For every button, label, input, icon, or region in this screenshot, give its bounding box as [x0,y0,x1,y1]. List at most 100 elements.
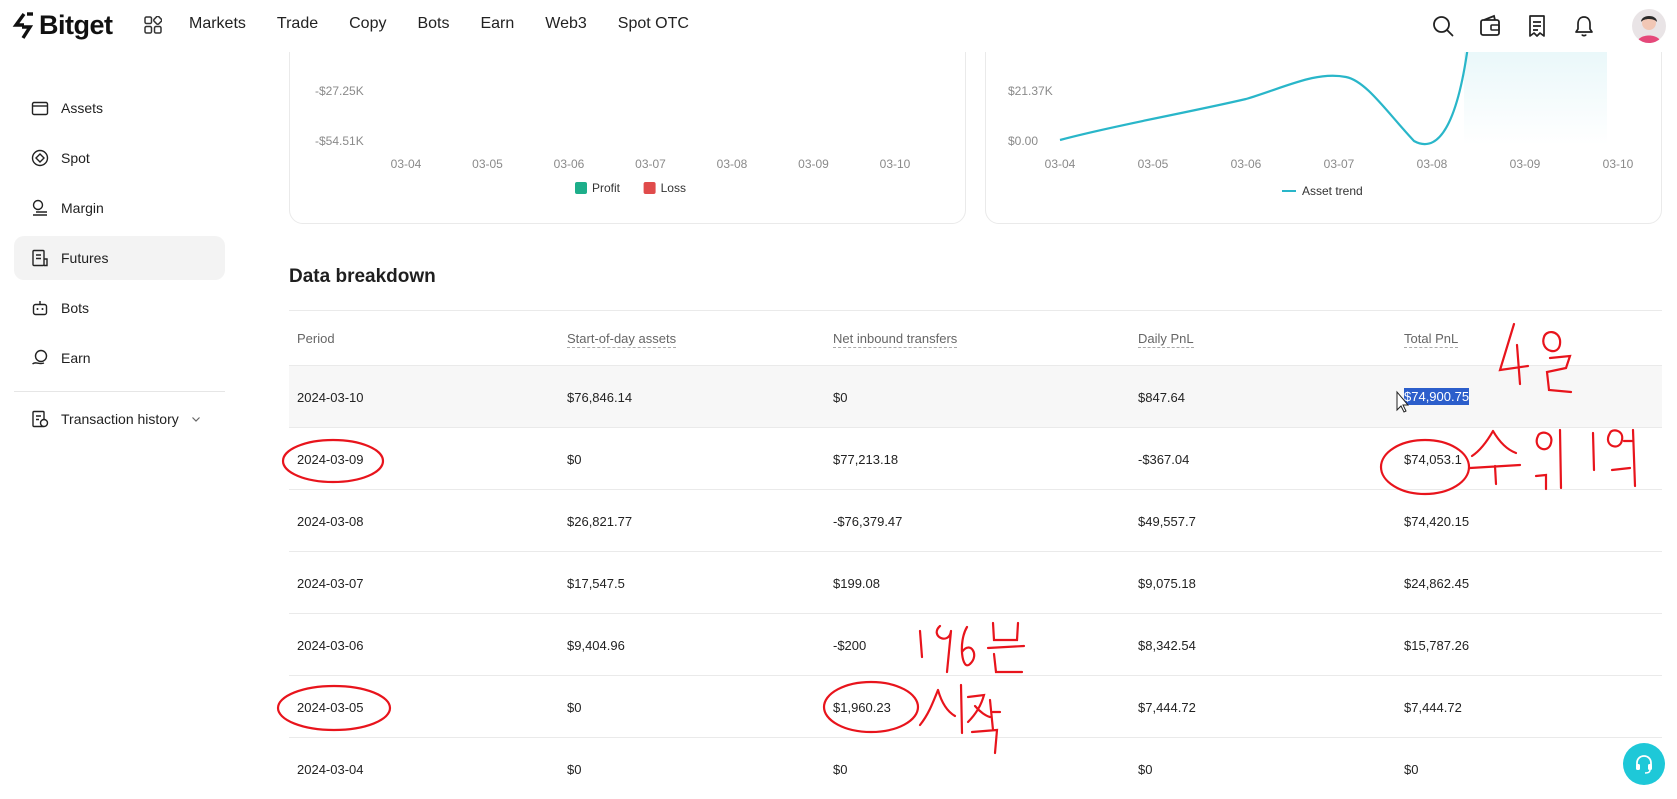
sidebar-item-label: Assets [61,100,104,116]
cell-start-assets: $0 [567,700,582,715]
avatar-image [1632,9,1666,43]
cell-period: 2024-03-06 [297,638,364,653]
y-tick-label: -$27.25K [315,84,364,98]
table-row[interactable]: 2024-03-09 $0 $77,213.18 -$367.04 $74,053.1 [289,427,1662,489]
bell-icon[interactable] [1572,14,1596,38]
cell-total-pnl: $24,862.45 [1404,576,1470,591]
x-tick-label: 03-08 [1417,157,1448,171]
sidebar-item-label: Margin [61,200,104,216]
table-row[interactable]: 2024-03-06 $9,404.96 -$200 $8,342.54 $15,787… [289,613,1662,675]
sidebar-item-bots[interactable]: Bots [14,286,225,330]
x-tick-label: 03-09 [1510,157,1541,171]
table-row[interactable]: 2024-03-08 $26,821.77 -$76,379.47 $49,557.7… [289,489,1662,551]
cell-net-inbound: $77,213.18 [833,452,899,467]
cell-daily-pnl: $9,075.18 [1138,576,1196,591]
sidebar-item-futures[interactable]: Futures [14,236,225,280]
x-tick-label: 03-09 [798,157,829,171]
table-header: Period Start-of-day assets Net inbound t… [289,310,1662,365]
customer-support-button[interactable] [1623,743,1665,785]
sidebar-item-assets[interactable]: Assets [14,86,225,130]
x-tick-label: 03-07 [635,157,666,171]
cell-period: 2024-03-04 [297,762,364,777]
asset-trend-chart-card: $21.37K $0.00 03-04 03-05 03-06 03-07 03-08 03-… [985,30,1662,224]
column-header-total-pnl[interactable]: Total PnL [1404,331,1459,348]
chevron-down-icon [191,417,200,422]
avatar[interactable] [1632,9,1666,43]
legend-label-profit: Profit [592,181,621,195]
bitget-logo[interactable]: Bitget [12,10,113,41]
cell-start-assets: $9,404.96 [567,638,625,653]
asset-trend-chart: $21.37K $0.00 03-04 03-05 03-06 03-07 03-08 03-… [1008,31,1634,198]
data-breakdown-table: Period Start-of-day assets Net inbound t… [289,310,1662,799]
cell-period: 2024-03-05 [297,700,364,715]
column-header-start-assets[interactable]: Start-of-day assets [567,331,677,348]
cell-total-pnl: $15,787.26 [1404,638,1470,653]
area-fill [1464,51,1607,145]
cell-daily-pnl: $847.64 [1138,390,1185,405]
nav-trade[interactable]: Trade [277,15,318,33]
cell-daily-pnl: -$367.04 [1138,452,1190,467]
sidebar: Assets Spot Margin Futures Bots Earn Tra… [0,52,240,799]
cell-total-pnl: $74,053.1 [1404,452,1462,467]
sidebar-item-label: Spot [61,150,90,166]
nav-bots[interactable]: Bots [417,15,449,33]
legend-swatch-profit [575,182,587,194]
nav-web3[interactable]: Web3 [545,15,587,33]
headset-icon [1636,755,1652,774]
table-row[interactable]: 2024-03-07 $17,547.5 $199.08 $9,075.18 $24,8… [289,551,1662,613]
sidebar-item-earn[interactable]: Earn [14,336,225,380]
nav-spot-otc[interactable]: Spot OTC [618,15,689,33]
cell-start-assets: $76,846.14 [567,390,633,405]
cell-daily-pnl: $0 [1138,762,1153,777]
legend-label-loss: Loss [661,181,686,195]
y-tick-label: $21.37K [1008,84,1053,98]
cell-net-inbound: $0 [833,762,848,777]
x-tick-label: 03-08 [717,157,748,171]
cell-net-inbound: -$76,379.47 [833,514,903,529]
sidebar-item-label: Bots [61,300,90,316]
cell-total-pnl: $74,900.75 [1404,388,1470,405]
cell-net-inbound: $1,960.23 [833,700,891,715]
table-row[interactable]: 2024-03-10 $76,846.14 $0 $847.64 $74,900.75 [289,365,1662,427]
x-tick-label: 03-10 [880,157,911,171]
table-body: 2024-03-10 $76,846.14 $0 $847.64 $74,900.75 2… [289,365,1662,799]
cell-net-inbound: -$200 [833,638,867,653]
orders-icon[interactable] [1525,14,1549,38]
sidebar-item-transaction-history[interactable]: Transaction history [14,397,225,441]
nav-markets[interactable]: Markets [189,15,246,33]
bitget-logo-icon [12,11,34,39]
x-tick-label: 03-04 [1045,157,1076,171]
x-tick-label: 03-10 [1603,157,1634,171]
cell-total-pnl: $0 [1404,762,1419,777]
daily-pnl-chart: -$27.25K -$54.51K 03-04 03-05 03-06 03-07 03-0… [315,84,911,195]
sidebar-item-spot[interactable]: Spot [14,136,225,180]
column-header-daily-pnl[interactable]: Daily PnL [1138,331,1194,348]
top-navigation: Bitget Markets Trade Copy Bots Earn Web3… [0,0,1677,52]
cell-start-assets: $0 [567,452,582,467]
x-tick-label: 03-06 [554,157,585,171]
sidebar-item-margin[interactable]: Margin [14,186,225,230]
nav-earn[interactable]: Earn [480,15,514,33]
search-icon[interactable] [1431,14,1455,38]
column-header-net-inbound[interactable]: Net inbound transfers [833,331,958,348]
table-row[interactable]: 2024-03-05 $0 $1,960.23 $7,444.72 $7,444.72 [289,675,1662,737]
cell-period: 2024-03-09 [297,452,364,467]
sidebar-divider [14,391,225,392]
apps-grid-icon[interactable] [144,16,162,34]
x-tick-label: 03-07 [1324,157,1355,171]
cell-daily-pnl: $49,557.7 [1138,514,1196,529]
sidebar-item-label: Earn [61,350,91,366]
nav-copy[interactable]: Copy [349,15,386,33]
cell-start-assets: $17,547.5 [567,576,625,591]
cell-total-pnl: $74,420.15 [1404,514,1470,529]
futures-icon [32,249,48,267]
wallet-icon[interactable] [1478,14,1502,38]
cell-total-pnl: $7,444.72 [1404,700,1462,715]
sidebar-item-label: Transaction history [61,411,179,427]
cell-period: 2024-03-08 [297,514,364,529]
brand-name: Bitget [39,10,113,40]
cell-daily-pnl: $7,444.72 [1138,700,1196,715]
cell-net-inbound: $199.08 [833,576,880,591]
x-tick-label: 03-06 [1231,157,1262,171]
table-row[interactable]: 2024-03-04 $0 $0 $0 $0 [289,737,1662,799]
